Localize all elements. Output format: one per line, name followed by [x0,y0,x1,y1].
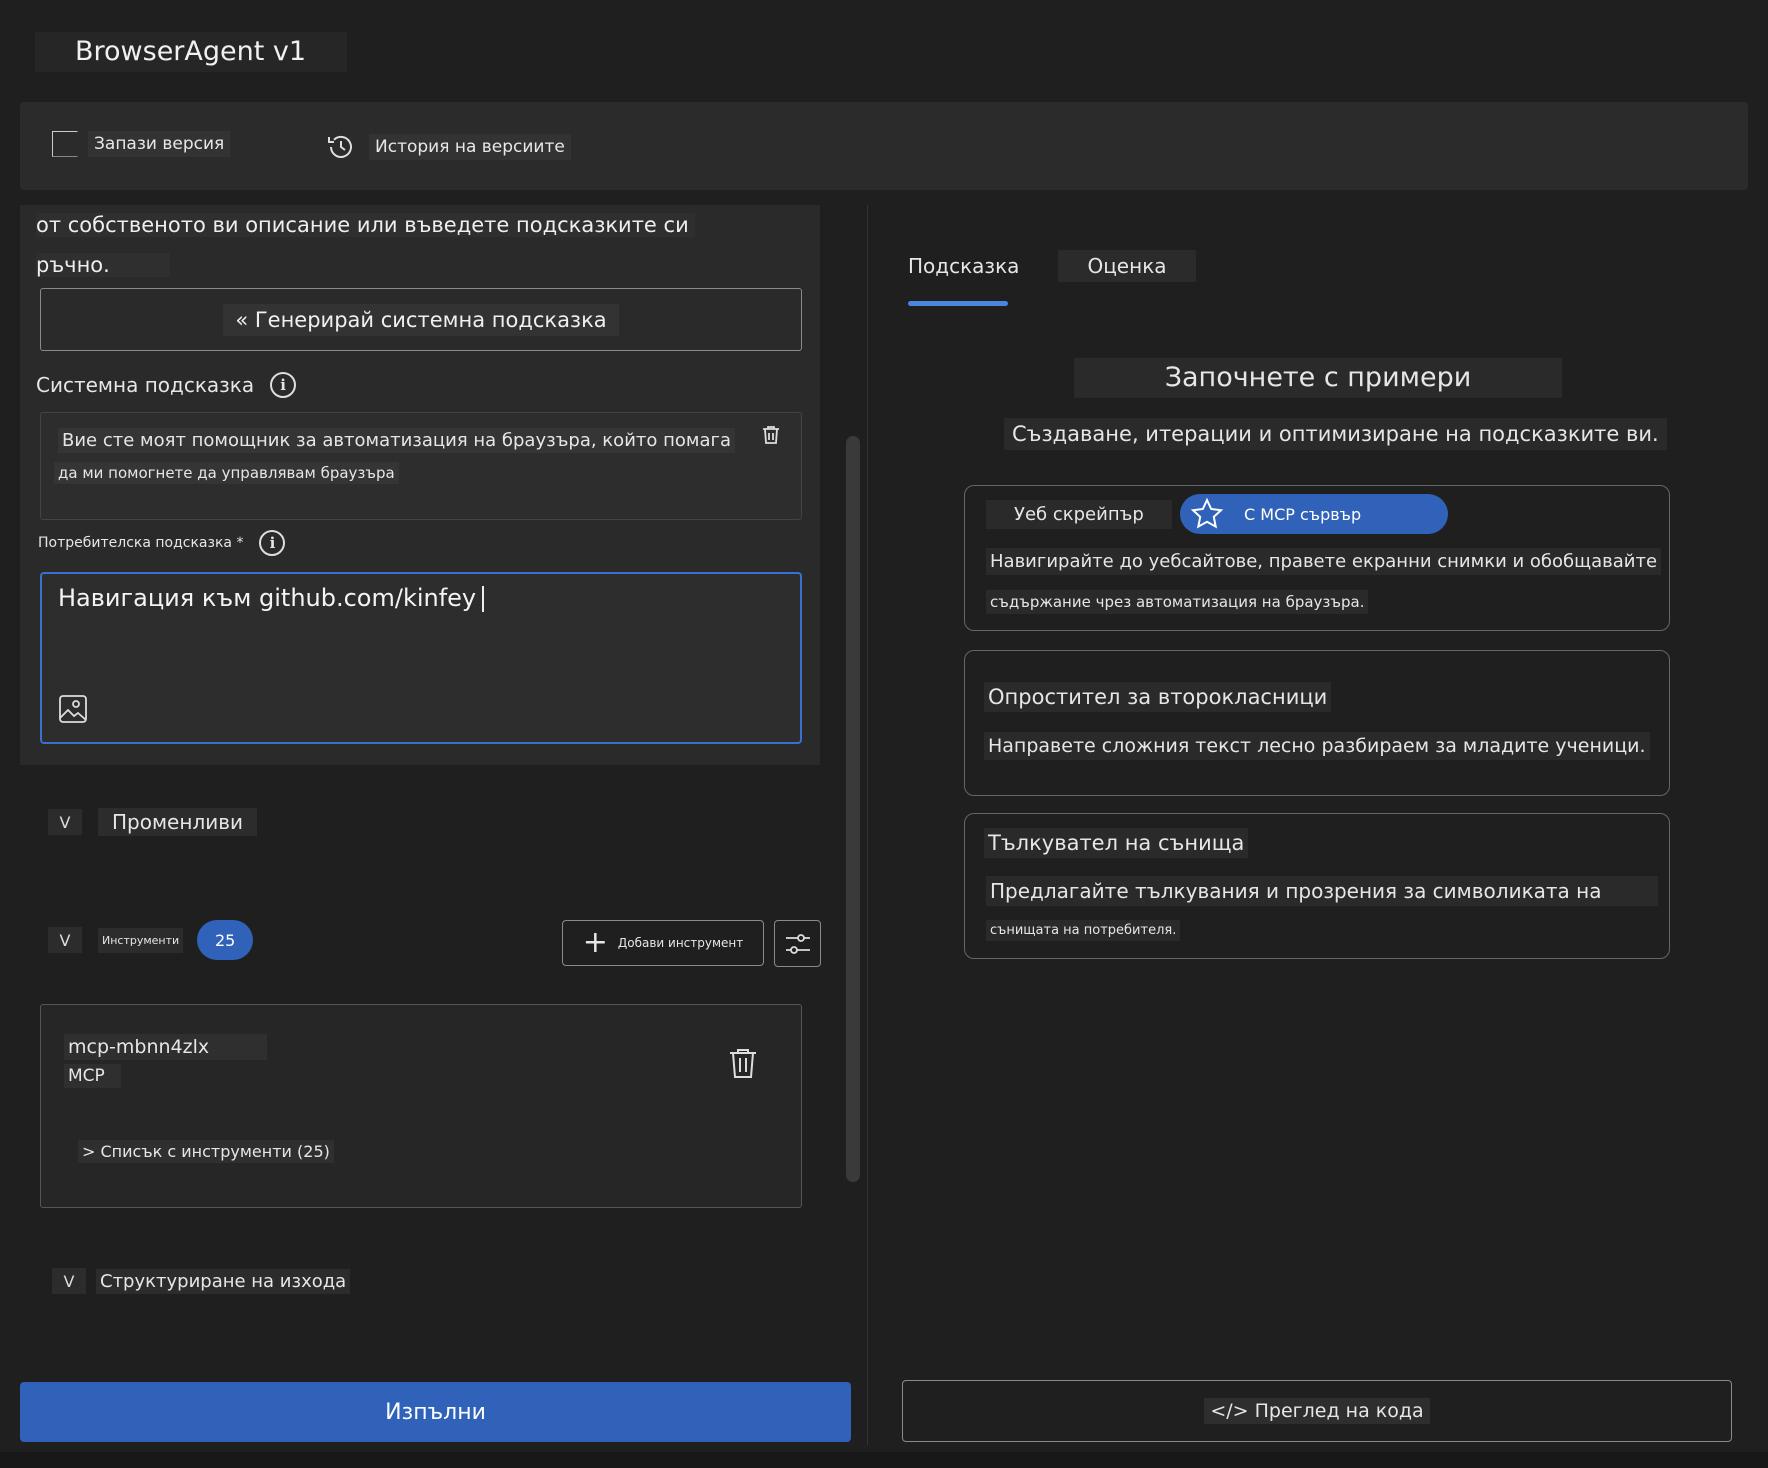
intro-line-1: от собственото ви описание или въведете … [36,213,695,237]
filter-icon [785,933,810,954]
card-dream-desc-1: Предлагайте тълкувания и прозрения за си… [986,876,1658,906]
save-version-label: Запази версия [88,131,231,157]
bottom-strip [0,1452,1768,1468]
tools-label: Инструменти [98,927,184,953]
history-icon [328,135,352,158]
left-scrollbar[interactable] [846,436,860,1182]
chip-web-scraper[interactable]: Уеб скрейпър [986,500,1172,529]
tool-name: mcp-mbnn4zlx [64,1034,267,1060]
tab-prompt[interactable]: Подсказка [908,250,1019,282]
card-simplifier-title: Опростител за второкласници [984,682,1332,712]
chip-mcp-label: С МСР сървър [1244,504,1362,524]
chip-mcp-server[interactable]: С МСР сървър [1180,494,1448,534]
toolbar [20,102,1748,190]
save-icon [52,131,78,157]
pane-divider [867,205,868,1445]
examples-title: Започнете с примери [1074,358,1562,398]
active-tab-indicator [908,301,1008,306]
card-web-scraper-desc-1: Навигирайте до уебсайтове, правете екран… [986,548,1662,575]
examples-subtitle: Създаване, итерации и оптимизиране на по… [1004,418,1667,450]
generate-system-prompt-button[interactable]: « Генерирай системна подсказка [40,288,802,351]
chevron-down-icon[interactable]: V [48,927,82,953]
user-prompt-label-row: Потребителска подсказка * i [38,530,286,556]
tab-evaluation[interactable]: Оценка [1058,250,1196,282]
generate-label: « Генерирай системна подсказка [223,303,619,336]
intro-line-2: ръчно. [36,253,170,277]
system-prompt-label-row: Системна подсказка i [36,372,297,398]
intro-text: от собственото ви описание или въведете … [36,205,695,285]
chevron-down-icon[interactable]: V [52,1268,86,1294]
variables-section-header[interactable]: V Променливи [48,808,258,836]
view-code-label: </> Преглед на кода [1204,1398,1430,1424]
info-icon[interactable]: i [259,530,286,556]
save-version-button[interactable]: Запази версия [52,131,231,157]
user-prompt-label: Потребителска подсказка * [38,535,244,551]
version-history-label: История на версиите [369,134,571,160]
tool-type: MCP [64,1064,121,1088]
example-card-simplifier[interactable] [964,650,1670,796]
star-icon [1190,497,1224,529]
app-title: BrowserAgent v1 [35,32,347,72]
card-web-scraper-desc-2: съдържание чрез автоматизация на браузър… [986,590,1369,614]
plus-icon: + [582,925,608,960]
add-tool-label: Добави инструмент [617,936,744,950]
view-code-button[interactable]: </> Преглед на кода [902,1380,1732,1442]
tool-settings-button[interactable] [774,920,821,967]
text-caret [482,586,485,612]
output-structure-section-header[interactable]: V Структуриране на изхода [52,1268,351,1294]
tools-section-header[interactable]: V Инструменти 25 [48,920,254,960]
tools-count-badge: 25 [197,920,254,960]
version-history-button[interactable]: История на версиите [325,131,571,163]
info-icon[interactable]: i [270,372,297,398]
system-prompt-text-line-1: Вие сте моят помощник за автоматизация н… [58,428,735,453]
trash-icon[interactable] [760,424,782,450]
add-tool-button[interactable]: + Добави инструмент [562,920,764,966]
system-prompt-label: Системна подсказка [36,373,255,397]
user-prompt-input-text[interactable]: Навигация към github.com/kinfey [58,584,485,612]
variables-label: Променливи [98,808,258,836]
card-dream-desc-2: сънищата на потребителя. [986,920,1181,941]
image-icon[interactable] [58,694,88,728]
output-structure-label: Структуриране на изхода [96,1268,351,1294]
chevron-down-icon[interactable]: V [48,809,82,835]
card-simplifier-desc: Направете сложния текст лесно разбираем … [984,732,1650,760]
run-button[interactable]: Изпълни [20,1382,851,1442]
user-prompt-value: Навигация към github.com/kinfey [58,584,477,612]
tool-list-toggle[interactable]: > Списък с инструменти (25) [78,1140,334,1163]
system-prompt-text-line-2: да ми помогнете да управлявам браузъра [54,462,399,484]
trash-icon[interactable] [726,1046,760,1084]
card-dream-title: Тълкувател на сънища [984,828,1249,858]
